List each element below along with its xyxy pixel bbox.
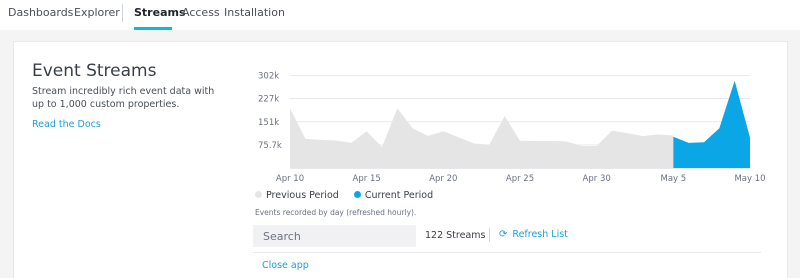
stream-count: 122 Streams xyxy=(425,230,486,241)
x-tick-label: May 10 xyxy=(734,174,765,184)
nav-divider xyxy=(122,4,123,22)
nav-streams[interactable]: Streams xyxy=(134,6,186,19)
events-chart: 302k 227k 151k 75.7k Apr 10 Apr 15 Apr 20 Apr 2… xyxy=(258,72,765,184)
current-period-area xyxy=(673,80,750,168)
nav-dashboards[interactable]: Dashboards xyxy=(8,6,73,19)
active-tab-indicator xyxy=(134,27,172,30)
y-tick-label: 302k xyxy=(258,72,279,82)
nav-access[interactable]: Access xyxy=(182,6,220,19)
legend-current[interactable]: Current Period xyxy=(353,190,434,201)
chart-note: Events recorded by day (refreshed hourly… xyxy=(255,208,417,217)
refresh-list-button[interactable]: ⟳ Refresh List xyxy=(499,229,568,240)
nav-installation[interactable]: Installation xyxy=(224,6,285,19)
legend-current-label: Current Period xyxy=(364,190,434,201)
x-tick-label: Apr 20 xyxy=(429,174,457,184)
x-tick-label: May 5 xyxy=(660,174,686,184)
y-tick-label: 151k xyxy=(258,118,279,128)
refresh-icon: ⟳ xyxy=(499,229,508,240)
x-tick-label: Apr 30 xyxy=(583,174,611,184)
previous-period-area xyxy=(290,107,674,168)
divider xyxy=(253,252,761,253)
x-tick-label: Apr 25 xyxy=(506,174,534,184)
top-nav: Dashboards Explorer Streams Access Insta… xyxy=(0,0,800,30)
y-tick-label: 75.7k xyxy=(258,141,282,151)
legend-current-dot xyxy=(353,191,361,198)
read-docs-link[interactable]: Read the Docs xyxy=(32,119,101,130)
legend-previous-label: Previous Period xyxy=(266,190,339,201)
x-tick-label: Apr 15 xyxy=(353,174,381,184)
x-tick-label: Apr 10 xyxy=(276,174,304,184)
divider xyxy=(489,228,490,242)
search-input[interactable] xyxy=(253,225,416,247)
y-tick-label: 227k xyxy=(258,94,279,104)
legend-previous[interactable]: Previous Period xyxy=(255,190,339,201)
legend-previous-dot xyxy=(255,191,262,198)
page-title: Event Streams xyxy=(32,61,157,81)
refresh-list-label: Refresh List xyxy=(512,229,568,240)
close-app-link[interactable]: Close app xyxy=(262,260,309,271)
nav-explorer[interactable]: Explorer xyxy=(74,6,120,19)
chart-legend: Previous Period Current Period xyxy=(255,190,445,201)
panel-description: Stream incredibly rich event data with u… xyxy=(32,86,215,110)
